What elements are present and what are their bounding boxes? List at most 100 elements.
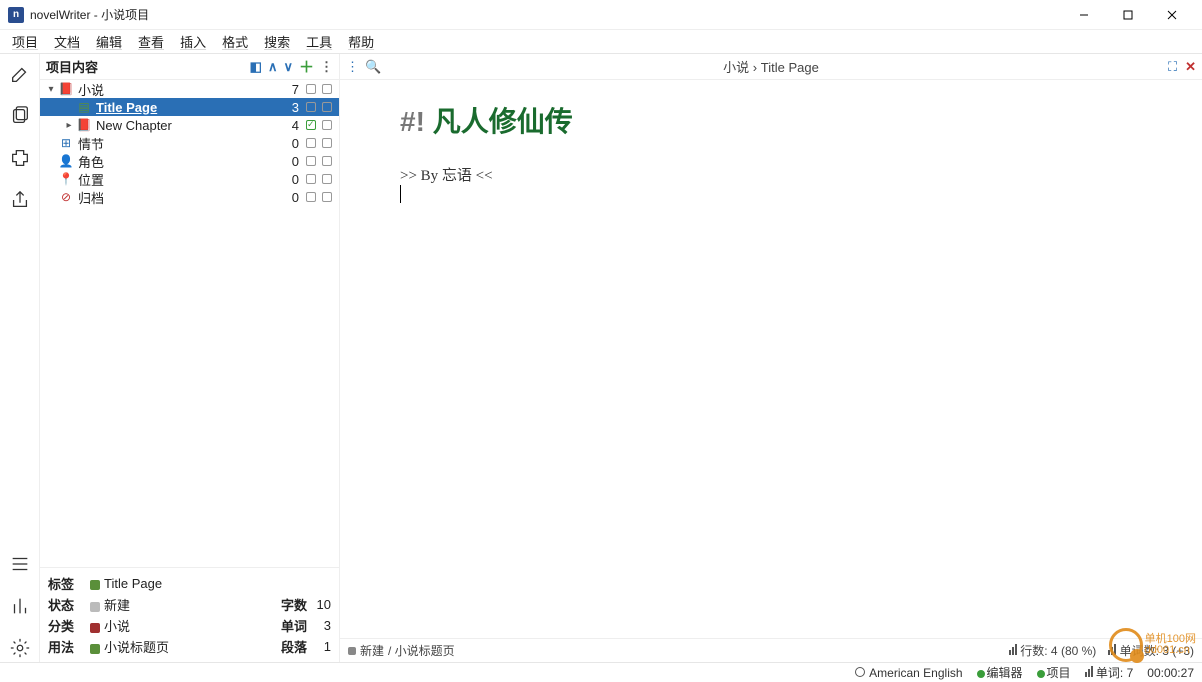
plot-icon: ⊞ [58, 135, 74, 151]
led-icon [1037, 670, 1045, 678]
tree-row-count: 7 [281, 82, 303, 97]
editor-header: ⋮ 🔍 小说 › Title Page ⛶ ✕ [340, 54, 1202, 80]
twisty-icon[interactable]: ▸ [62, 120, 76, 131]
menu-search[interactable]: 搜索 [258, 30, 296, 53]
project-header-title: 项目内容 [46, 57, 98, 76]
editor-pane: ⋮ 🔍 小说 › Title Page ⛶ ✕ #! 凡人修仙传 >> By 忘… [340, 54, 1202, 662]
editor-body[interactable]: #! 凡人修仙传 >> By 忘语 << [340, 80, 1202, 638]
info-usage-k: 用法 [48, 637, 90, 656]
info-tag-k: 标签 [48, 574, 90, 593]
led-icon [977, 670, 985, 678]
breadcrumb-root: 小说 [723, 60, 749, 75]
tree-row-label: Title Page [96, 100, 281, 115]
tree-row-label: 角色 [78, 152, 281, 171]
tree-row[interactable]: ▸📕New Chapter4 [40, 116, 339, 134]
tree-row[interactable]: ⊘归档0 [40, 188, 339, 206]
tree-row[interactable]: ⊞情节0 [40, 134, 339, 152]
status-words-val: 7 [1127, 666, 1134, 680]
tree-row-label: New Chapter [96, 118, 281, 133]
status-box-icon [303, 190, 319, 205]
twisty-icon[interactable]: ▾ [44, 84, 58, 95]
edit-icon[interactable] [6, 60, 34, 88]
status-box-icon [319, 172, 335, 187]
project-info: 标签 Title Page 状态 新建 字数 10 分类 小说 单词 3 用法 … [40, 567, 339, 662]
arc-icon: ⊘ [58, 189, 74, 205]
info-word-v: 3 [307, 618, 331, 633]
minimize-button[interactable] [1062, 0, 1106, 30]
list-icon[interactable] [6, 550, 34, 578]
footer-status: 新建 [360, 642, 384, 659]
tree-row-count: 3 [281, 100, 303, 115]
tree-row[interactable]: ▤ Title Page3 [40, 98, 339, 116]
status-project: 项目 [1047, 666, 1071, 680]
breadcrumb-leaf: Title Page [761, 60, 819, 75]
tree-row[interactable]: 📍位置0 [40, 170, 339, 188]
mic-icon [855, 667, 865, 677]
title-bar: n novelWriter - 小说项目 [0, 0, 1202, 30]
loc-icon: 📍 [58, 171, 74, 187]
project-tree[interactable]: ▾📕小说7▤Title Page3▸📕New Chapter4⊞情节0👤角色0📍… [40, 80, 339, 567]
tree-row-count: 0 [281, 154, 303, 169]
editor-footer: 新建 / 小说标题页 行数: 4 (80 %) 单词数: 3 (+3) [340, 638, 1202, 662]
status-time: 00:00:27 [1147, 666, 1194, 680]
info-usage-v: 小说标题页 [104, 640, 169, 655]
menu-format[interactable]: 格式 [216, 30, 254, 53]
status-dot-icon [348, 647, 356, 655]
app-icon: n [8, 7, 24, 23]
menu-tools[interactable]: 工具 [300, 30, 338, 53]
tree-row[interactable]: 👤角色0 [40, 152, 339, 170]
add-item-icon[interactable]: ＋ [299, 56, 314, 77]
search-icon[interactable]: 🔍 [365, 59, 381, 75]
expand-icon[interactable]: ⛶ [1168, 59, 1177, 75]
copy-icon[interactable] [6, 102, 34, 130]
menu-edit[interactable]: 编辑 [90, 30, 128, 53]
close-button[interactable] [1150, 0, 1194, 30]
drag-handle-icon[interactable]: ⋮ [346, 59, 359, 75]
tree-row-count: 4 [281, 118, 303, 133]
menu-view[interactable]: 查看 [132, 30, 170, 53]
menu-help[interactable]: 帮助 [342, 30, 380, 53]
maximize-button[interactable] [1106, 0, 1150, 30]
status-box-icon [303, 82, 319, 97]
menu-bar: 项目 文档 编辑 查看 插入 格式 搜索 工具 帮助 [0, 30, 1202, 54]
breadcrumb: 小说 › Title Page [723, 57, 819, 76]
bars-icon [1009, 644, 1017, 655]
info-class-v: 小说 [104, 619, 130, 634]
status-bar: American English 编辑器 项目 单词: 7 00:00:27 [0, 662, 1202, 682]
tree-row[interactable]: ▾📕小说7 [40, 80, 339, 98]
bars-icon [1108, 644, 1116, 655]
page-icon: ▤ [76, 99, 92, 115]
move-down-icon[interactable]: ∨ [283, 59, 293, 75]
status-words-label: 单词: [1096, 666, 1123, 680]
stats-icon[interactable] [6, 592, 34, 620]
close-doc-icon[interactable]: ✕ [1185, 59, 1196, 75]
tree-row-label: 归档 [78, 188, 281, 207]
puzzle-icon[interactable] [6, 144, 34, 172]
text-cursor [400, 185, 401, 203]
tree-row-count: 0 [281, 190, 303, 205]
status-box-icon [319, 136, 335, 151]
menu-document[interactable]: 文档 [48, 30, 86, 53]
status-lang: American English [869, 666, 962, 680]
status-box-icon [303, 100, 319, 115]
info-wc-v: 10 [307, 597, 331, 612]
status-box-icon [303, 154, 319, 169]
menu-project[interactable]: 项目 [6, 30, 44, 53]
tree-row-count: 0 [281, 136, 303, 151]
share-icon[interactable] [6, 186, 34, 214]
more-icon[interactable]: ⋮ [320, 59, 333, 75]
project-panel: 项目内容 ◧ ∧ ∨ ＋ ⋮ ▾📕小说7▤Title Page3▸📕New Ch… [40, 54, 340, 662]
status-box-icon [303, 136, 319, 151]
status-box-icon [319, 100, 335, 115]
menu-insert[interactable]: 插入 [174, 30, 212, 53]
info-para-v: 1 [307, 639, 331, 654]
status-box-icon [319, 154, 335, 169]
info-wc-k: 字数 [265, 595, 307, 614]
settings-icon[interactable] [6, 634, 34, 662]
move-up-icon[interactable]: ∧ [268, 59, 278, 75]
tree-row-label: 情节 [78, 134, 281, 153]
status-box-icon [319, 118, 335, 133]
book-icon: 📕 [58, 81, 74, 97]
char-icon: 👤 [58, 153, 74, 169]
bookmark-icon[interactable]: ◧ [250, 59, 262, 75]
